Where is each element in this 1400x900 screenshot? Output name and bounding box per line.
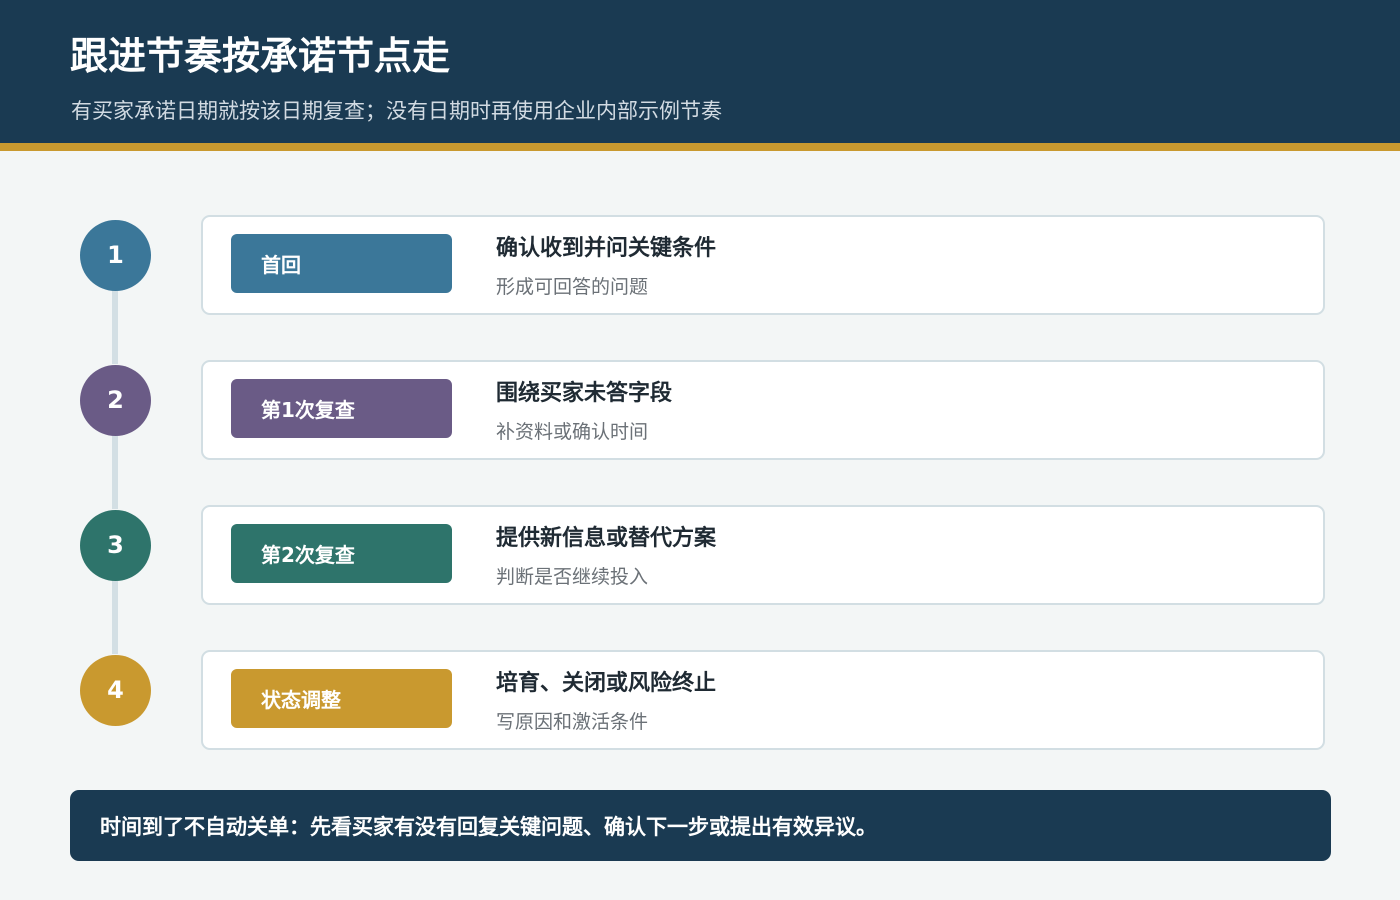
step-description: 写原因和激活条件 [496,711,649,733]
header-banner: 跟进节奏按承诺节点走 有买家承诺日期就按该日期复查；没有日期时再使用企业内部示例… [0,0,1400,143]
step-number-3: 3 [80,510,151,581]
step-card-4: 状态调整 培育、关闭或风险终止 写原因和激活条件 [201,650,1325,750]
step-card-1: 首回 确认收到并问关键条件 形成可回答的问题 [201,215,1325,315]
step-number-4: 4 [80,655,151,726]
step-title: 围绕买家未答字段 [496,381,673,406]
step-tag: 状态调整 [231,669,452,728]
step-description: 补资料或确认时间 [496,421,649,443]
page-subtitle: 有买家承诺日期就按该日期复查；没有日期时再使用企业内部示例节奏 [71,99,722,123]
step-tag: 首回 [231,234,452,293]
step-number-1: 1 [80,220,151,291]
step-number-2: 2 [80,365,151,436]
step-title: 提供新信息或替代方案 [496,526,717,551]
timeline-connector [112,288,118,364]
step-tag: 第1次复查 [231,379,452,438]
timeline-connector [112,578,118,654]
footer-note: 时间到了不自动关单：先看买家有没有回复关键问题、确认下一步或提出有效异议。 [70,790,1331,861]
step-tag: 第2次复查 [231,524,452,583]
step-description: 判断是否继续投入 [496,566,649,588]
page-title: 跟进节奏按承诺节点走 [70,34,451,78]
step-description: 形成可回答的问题 [496,276,649,298]
step-card-3: 第2次复查 提供新信息或替代方案 判断是否继续投入 [201,505,1325,605]
timeline-connector [112,433,118,509]
header-accent-bar [0,143,1400,151]
step-title: 培育、关闭或风险终止 [496,671,717,696]
page: 跟进节奏按承诺节点走 有买家承诺日期就按该日期复查；没有日期时再使用企业内部示例… [0,0,1400,900]
step-card-2: 第1次复查 围绕买家未答字段 补资料或确认时间 [201,360,1325,460]
step-title: 确认收到并问关键条件 [496,236,717,261]
